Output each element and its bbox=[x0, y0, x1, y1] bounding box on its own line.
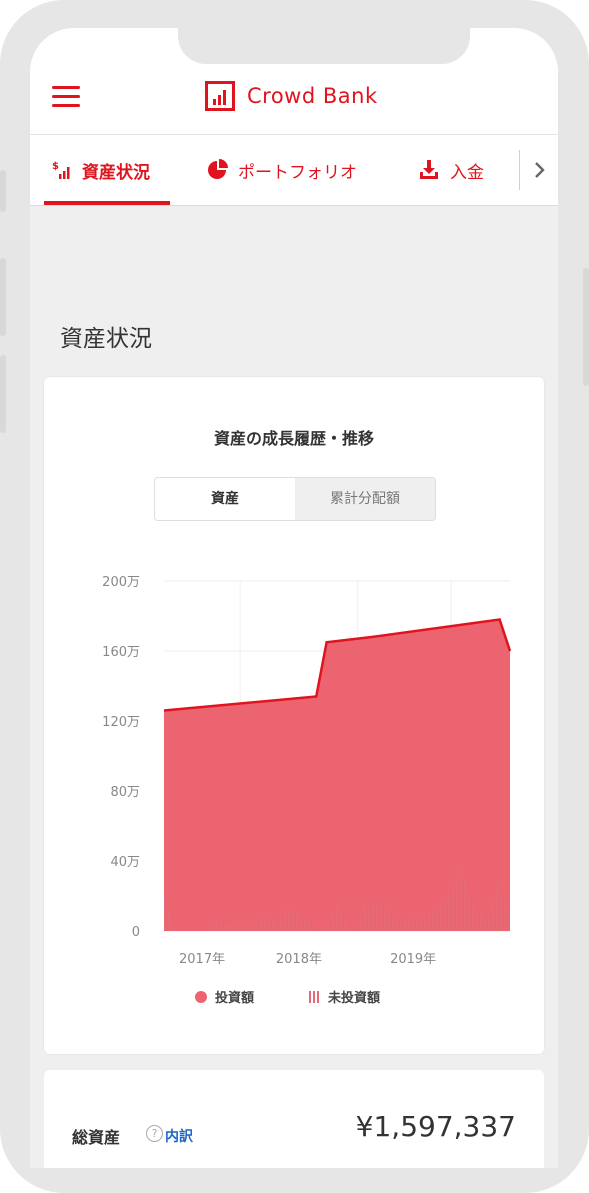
toggle-cumulative-dividends[interactable]: 累計分配額 bbox=[295, 478, 435, 520]
x-tick-label: 2019年 bbox=[390, 952, 436, 967]
toggle-assets[interactable]: 資産 bbox=[155, 478, 295, 520]
chevron-right-icon bbox=[535, 162, 545, 178]
tab-assets[interactable]: $ 資産状況 bbox=[52, 135, 150, 205]
y-tick-label: 40万 bbox=[110, 855, 140, 870]
brand-name: Crowd Bank bbox=[247, 84, 378, 108]
tab-portfolio-label: ポートフォリオ bbox=[238, 162, 357, 183]
side-button bbox=[0, 170, 6, 212]
total-assets-label: 総資産 bbox=[72, 1128, 121, 1147]
side-button bbox=[0, 355, 6, 433]
y-tick-label: 0 bbox=[132, 925, 140, 940]
download-icon bbox=[420, 160, 438, 179]
asset-growth-chart: 0 40万 80万 120万 160万 200万 2017年 2018年 2019年 投資額 … bbox=[102, 575, 512, 1006]
phone-frame: Crowd Bank $ 資産状況 ポートフォリオ 入金 資産状況 資産の成長履… bbox=[0, 0, 589, 1193]
menu-button[interactable] bbox=[52, 86, 80, 108]
bar-chart-dollar-icon: $ bbox=[52, 161, 70, 179]
chart-mode-toggle: 資産 累計分配額 bbox=[154, 477, 436, 521]
x-tick-label: 2018年 bbox=[276, 952, 322, 967]
pie-chart-icon bbox=[208, 159, 228, 179]
tab-deposit[interactable]: 入金 bbox=[418, 135, 484, 205]
legend-invested: 投資額 bbox=[215, 990, 254, 1006]
page-title: 資産状況 bbox=[60, 326, 152, 352]
breakdown-link[interactable]: 内訳 bbox=[165, 1126, 193, 1146]
tab-deposit-label: 入金 bbox=[450, 162, 484, 183]
help-icon[interactable]: ? bbox=[146, 1125, 163, 1142]
side-button bbox=[0, 258, 6, 336]
logo-icon bbox=[205, 81, 235, 111]
total-assets-value: ¥1,597,337 bbox=[355, 1110, 516, 1143]
chart-title: 資産の成長履歴・推移 bbox=[213, 429, 374, 448]
y-tick-label: 120万 bbox=[102, 715, 140, 730]
y-tick-label: 80万 bbox=[110, 785, 140, 800]
divider bbox=[519, 150, 520, 190]
brand-logo[interactable]: Crowd Bank bbox=[205, 81, 405, 117]
x-tick-label: 2017年 bbox=[179, 952, 225, 967]
chart-legend: 投資額 未投資額 bbox=[195, 990, 380, 1006]
legend-marker-invested bbox=[195, 991, 207, 1003]
screen: Crowd Bank $ 資産状況 ポートフォリオ 入金 資産状況 資産の成長履… bbox=[30, 28, 558, 1168]
tab-assets-label: 資産状況 bbox=[82, 162, 150, 183]
tabs-scroll-button[interactable] bbox=[530, 155, 558, 185]
total-assets-card: 総資産 ? 内訳 ¥1,597,337 bbox=[44, 1070, 544, 1168]
active-tab-indicator bbox=[44, 201, 170, 205]
side-button bbox=[583, 268, 589, 386]
legend-uninvested: 未投資額 bbox=[327, 990, 380, 1006]
notch bbox=[178, 28, 470, 64]
y-tick-label: 200万 bbox=[102, 575, 140, 590]
y-tick-label: 160万 bbox=[102, 645, 140, 660]
tab-portfolio[interactable]: ポートフォリオ bbox=[206, 135, 357, 205]
svg-text:$: $ bbox=[52, 161, 59, 172]
asset-chart-card: 資産の成長履歴・推移 資産 累計分配額 0 40万 80万 120万 160万 200万 … bbox=[44, 377, 544, 1054]
nav-tabs: $ 資産状況 ポートフォリオ 入金 bbox=[30, 135, 558, 206]
legend-marker-uninvested bbox=[309, 991, 319, 1003]
